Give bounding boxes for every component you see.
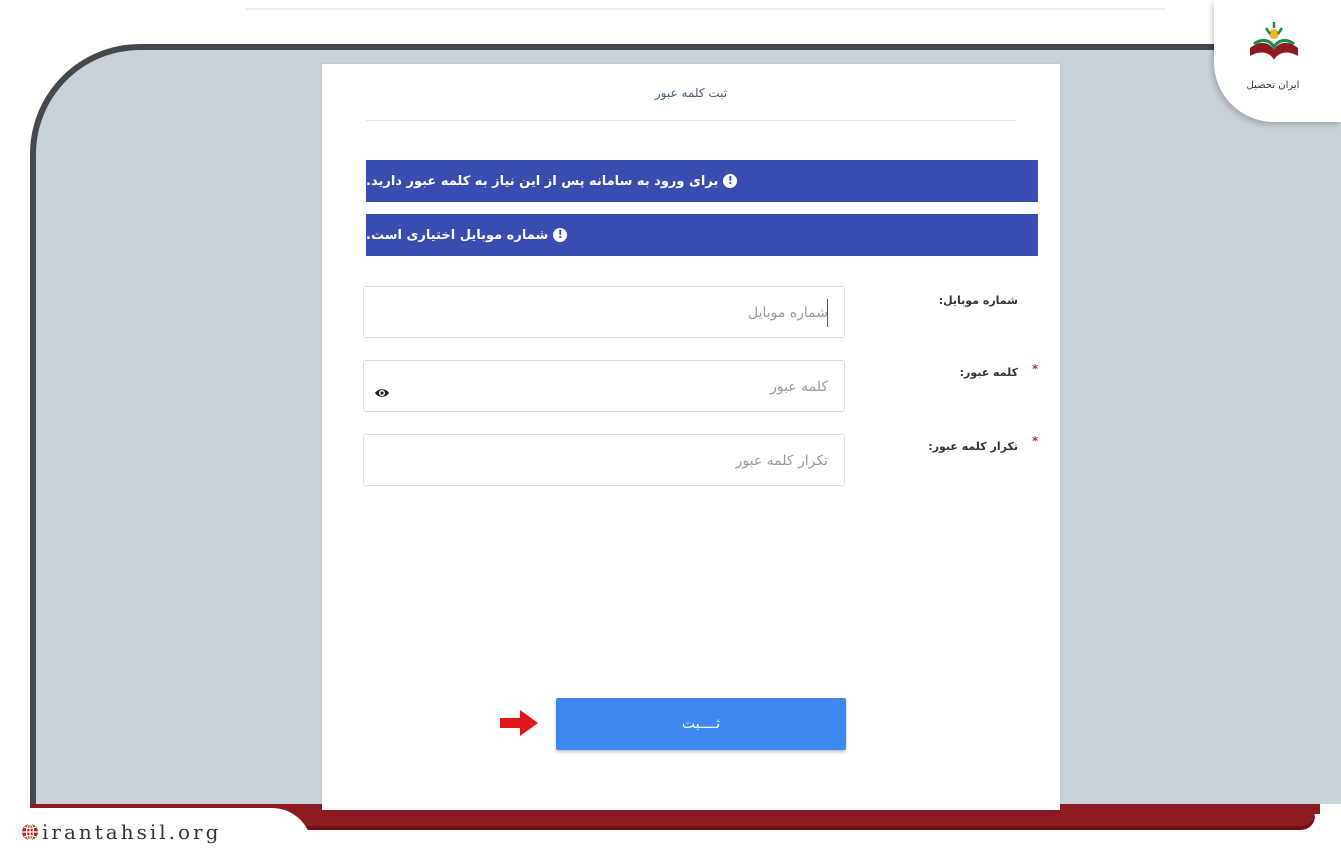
info-banner-mobile: ! شماره موبایل اختیاری است. [366,214,1038,256]
password-repeat-field[interactable] [363,434,845,487]
site-watermark: irantahsil.org [0,808,312,856]
password-label: کلمه عبور: [959,366,1018,379]
globe-icon [22,823,38,841]
arrow-right-icon [500,710,538,736]
dialog-title: ثبت کلمه عبور [654,86,728,100]
banner-text: برای ورود به سامانه پس از این نیاز به کل… [366,173,719,189]
info-banner-password: ! برای ورود به سامانه پس از این نیاز به … [366,160,1038,202]
site-url: irantahsil.org [42,820,222,844]
mobile-field[interactable] [363,286,845,339]
info-icon: ! [723,174,738,188]
brand-name: ایران تحصیل [1246,80,1300,91]
mobile-label: شماره موبایل: [938,294,1018,307]
password-repeat-label: تکرار کلمه عبور: [928,440,1018,453]
title-divider [366,120,1016,121]
info-icon: ! [553,228,568,242]
mobile-input[interactable] [406,287,830,339]
banner-text: شماره موبایل اختیاری است. [366,227,549,243]
top-divider [245,8,1165,10]
password-field[interactable] [363,360,845,413]
submit-button[interactable]: ثــــبت [556,698,846,750]
required-mark: * [1032,362,1039,376]
frame-bottom-accent [255,812,1315,826]
password-dialog: ثبت کلمه عبور ! برای ورود به سامانه پس ا… [322,64,1060,810]
book-logo-icon [1250,22,1298,60]
eye-icon[interactable] [374,385,390,401]
brand-logo: ایران تحصیل [1214,0,1341,122]
password-repeat-input[interactable] [406,435,830,487]
password-input[interactable] [426,361,830,413]
required-mark: * [1032,434,1039,448]
